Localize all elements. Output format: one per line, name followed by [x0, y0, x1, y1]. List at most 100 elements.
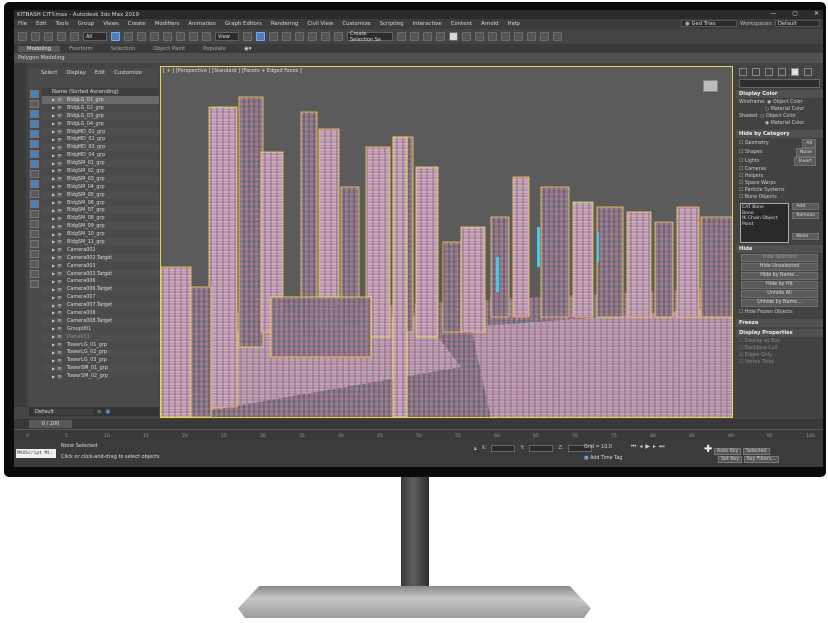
visibility-eye-icon[interactable]: 👁︎ [57, 239, 67, 244]
toggle-layer-explorer-icon[interactable] [436, 32, 445, 41]
ribbon-tab-populate[interactable]: Populate [194, 46, 235, 52]
visibility-eye-icon[interactable]: 👁︎ [57, 184, 67, 189]
x-field[interactable] [491, 445, 516, 452]
explorer-row[interactable]: ▶ 👁︎ BldgMD_04_grp [42, 151, 159, 159]
key-filters-button[interactable]: Key Filters... [743, 456, 779, 463]
add-key-icon[interactable]: ✚ [704, 444, 712, 455]
wireframe-material-color[interactable]: Material Color [771, 107, 805, 112]
selection-filter[interactable]: All [83, 32, 107, 41]
explorer-row[interactable]: ▶ 👁︎ Camera007 [42, 293, 159, 301]
go-to-end-icon[interactable]: ⏭ [659, 443, 664, 451]
visibility-eye-icon[interactable]: 👁︎ [57, 255, 67, 260]
display-none-icon[interactable] [30, 90, 39, 98]
track-bar[interactable]: 0 5 10 15 20 25 30 35 40 45 50 55 60 65 70 75 80 85 90 95 10… [14, 429, 823, 440]
explorer-row[interactable]: ▶ 👁︎ BldgMD_03_grp [42, 143, 159, 152]
maxscript-listener[interactable]: MAXScript Mi: [16, 449, 56, 458]
frozen-filter-icon[interactable] [30, 210, 39, 218]
containers-filter-icon[interactable] [30, 200, 39, 208]
explorer-row[interactable]: ▶ 👁︎ Camera008.Target [42, 316, 159, 325]
explorer-row[interactable]: ▶ 👁︎ BldgSM_08_grp [42, 214, 159, 222]
rotate-icon[interactable] [176, 32, 185, 41]
visibility-eye-icon[interactable]: 👁︎ [57, 192, 67, 197]
explorer-row[interactable]: ▶ 👁︎ Camera008 [42, 309, 159, 317]
visibility-eye-icon[interactable]: 👁︎ [57, 263, 67, 268]
menu-tools[interactable]: Tools [55, 21, 68, 27]
previous-frame-icon[interactable]: ◂ [639, 443, 642, 451]
category-helpers[interactable]: ☐ Helpers [739, 173, 820, 180]
selected-dropdown[interactable]: Selected [742, 448, 770, 455]
explorer-row[interactable]: ▶ 👁︎ TowerLG_01_grp [42, 341, 159, 349]
menu-animation[interactable]: Animation [188, 21, 215, 27]
layer-stack-icon[interactable]: ≡ [97, 409, 101, 415]
all-button[interactable]: All [802, 139, 816, 148]
utilities-tab-icon[interactable] [804, 68, 812, 76]
explorer-row[interactable]: ▶ 👁︎ BldgLG_03_grp [42, 111, 159, 120]
menu-content[interactable]: Content [451, 21, 472, 27]
menu-arnold[interactable]: Arnold [481, 21, 498, 27]
groups-filter-icon[interactable] [30, 170, 39, 178]
visibility-eye-icon[interactable]: 👁︎ [57, 216, 67, 221]
link-icon[interactable] [44, 32, 53, 41]
play-icon[interactable]: ▶ [645, 443, 650, 451]
vertex-ticks-checkbox[interactable]: ☐ Vertex Ticks [739, 359, 820, 366]
time-slider-track[interactable] [14, 419, 823, 429]
hide-by-category-rollout[interactable]: Hide by Category [736, 130, 823, 138]
category-bone-objects[interactable]: ☐ Bone Objects [739, 194, 820, 201]
align-icon[interactable] [410, 32, 419, 41]
toggle-scene-explorer-icon[interactable] [423, 32, 432, 41]
explorer-row[interactable]: ▶ 👁︎ BldgSM_07_grp [42, 206, 159, 215]
category-listbox[interactable]: CAT Bone Bone IK Chain Object Point [740, 203, 790, 243]
geometry-filter-icon[interactable] [30, 110, 39, 118]
visibility-eye-icon[interactable]: 👁︎ [57, 295, 67, 300]
explorer-row[interactable]: ▶ 👁︎ Camera007.Target [42, 301, 159, 310]
bind-space-warp-icon[interactable] [70, 32, 79, 41]
explorer-column-header[interactable]: Name (Sorted Ascending) [42, 88, 159, 96]
menu-edit[interactable]: Edit [36, 21, 46, 27]
invert-button[interactable]: Invert [794, 157, 816, 166]
shaded-object-color[interactable]: Object Color [766, 114, 796, 119]
explorer-row[interactable]: ▶ 👁︎ Camera003.Target [42, 269, 159, 278]
explorer-row[interactable]: ▶ 👁︎ Camera006 [42, 277, 159, 285]
explorer-row[interactable]: ▶ 👁︎ BldgSM_10_grp [42, 230, 159, 238]
visibility-eye-icon[interactable]: 👁︎ [57, 366, 67, 371]
create-tab-icon[interactable] [739, 68, 747, 76]
angle-snap-icon[interactable] [295, 32, 304, 41]
explorer-row[interactable]: ▶ 👁︎ BldgLG_01_grp [42, 96, 159, 104]
auto-key-button[interactable]: Auto Key [713, 448, 742, 455]
minimize-button[interactable]: — [770, 10, 776, 17]
category-shapes[interactable]: ☐ Shapes None [739, 148, 820, 157]
explorer-row[interactable]: ▶ 👁︎ Group001 [42, 325, 159, 333]
visibility-eye-icon[interactable]: 👁︎ [57, 303, 67, 308]
display-as-box-checkbox[interactable]: ☐ Display as Box [739, 338, 820, 345]
none-button[interactable]: None [796, 148, 816, 157]
redo-icon[interactable] [31, 32, 40, 41]
snaps-toggle-icon[interactable] [282, 32, 291, 41]
list-none-button[interactable]: None [792, 233, 819, 240]
explorer-row[interactable]: ▶ 👁︎ BldgSM_09_grp [42, 222, 159, 231]
next-frame-icon[interactable]: ▸ [653, 443, 656, 451]
select-manipulate-icon[interactable] [256, 32, 265, 41]
explorer-row[interactable]: ▶ 👁︎ TowerSM_02_grp [42, 372, 159, 380]
shapes-filter-icon[interactable] [30, 120, 39, 128]
menu-modifiers[interactable]: Modifiers [155, 21, 180, 27]
explorer-row[interactable]: ▶ 👁︎ Camera002.Target [42, 253, 159, 262]
remove-button[interactable]: Remove [792, 212, 819, 219]
ribbon-tab-object-paint[interactable]: Object Paint [144, 46, 194, 52]
display-properties-rollout[interactable]: Display Properties [736, 329, 823, 337]
visibility-eye-icon[interactable]: 👁︎ [57, 168, 67, 173]
radio-off-icon[interactable]: ○ [765, 107, 769, 112]
workspace-selector[interactable]: Workspaces: Default [740, 20, 820, 27]
visibility-eye-icon[interactable]: 👁︎ [57, 310, 67, 315]
explorer-row[interactable]: ▶ 👁︎ BldgSM_05_grp [42, 190, 159, 199]
unlink-icon[interactable] [57, 32, 66, 41]
unhide-all-button[interactable]: Unhide All [741, 290, 818, 298]
pivot-center-icon[interactable] [243, 32, 252, 41]
visibility-eye-icon[interactable]: 👁︎ [57, 279, 67, 284]
keyboard-shortcut-icon[interactable] [269, 32, 278, 41]
visibility-eye-icon[interactable]: 👁︎ [57, 247, 67, 252]
cameras-filter-icon[interactable] [30, 140, 39, 148]
category-space-warps[interactable]: ☐ Space Warps [739, 180, 820, 187]
category-geometry[interactable]: ☐ Geometry All [739, 139, 820, 148]
add-button[interactable]: Add [792, 203, 819, 210]
visibility-eye-icon[interactable]: 👁︎ [57, 334, 67, 339]
